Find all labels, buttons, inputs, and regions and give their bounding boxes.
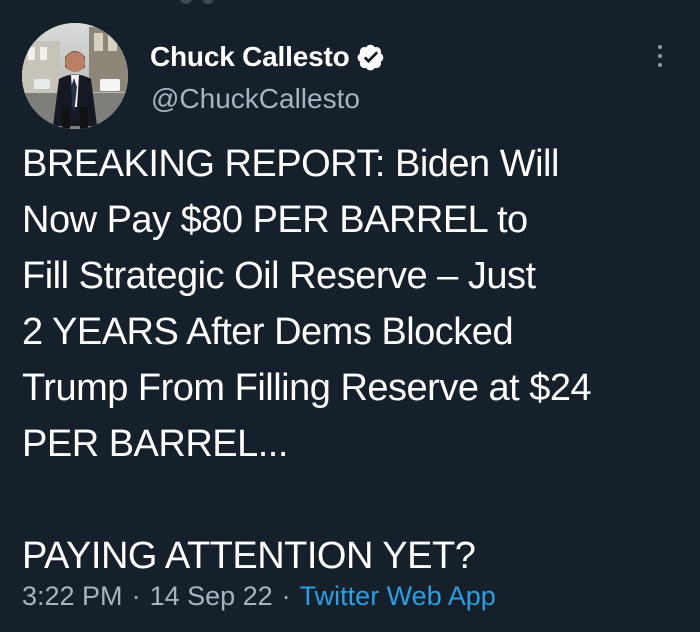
avatar[interactable] <box>22 23 128 129</box>
tweet-metadata: 3:22 PM · 14 Sep 22 · Twitter Web App <box>22 578 496 614</box>
cropped-icon <box>180 0 192 4</box>
tweet-text-line: Fill Strategic Oil Reserve – Just <box>22 255 536 297</box>
more-options-icon[interactable] <box>648 38 672 74</box>
tweet-text-line: BREAKING REPORT: Biden Will <box>22 143 559 185</box>
tweet-text-line: PER BARREL... <box>22 423 288 465</box>
profile-photo-avatar <box>22 23 128 129</box>
tweet-text-line: 2 YEARS After Dems Blocked <box>22 311 514 353</box>
author-handle[interactable]: @ChuckCallesto <box>151 83 360 115</box>
menu-dot <box>658 54 662 58</box>
tweet-text-line: PAYING ATTENTION YET? <box>22 535 476 577</box>
tweet-text-line: Now Pay $80 PER BARREL to <box>22 199 528 241</box>
separator: · <box>131 581 141 611</box>
tweet-source-link[interactable]: Twitter Web App <box>300 578 496 614</box>
menu-dot <box>658 63 662 67</box>
tweet-time[interactable]: 3:22 PM <box>22 578 123 614</box>
separator: · <box>281 581 291 611</box>
tweet-screen: Chuck Callesto @ChuckCallesto BREAKING R… <box>0 0 700 632</box>
tweet-date[interactable]: 14 Sep 22 <box>150 578 273 614</box>
tweet-text: BREAKING REPORT: Biden Will Now Pay $80 … <box>22 136 686 584</box>
cropped-icon <box>202 0 214 4</box>
display-name[interactable]: Chuck Callesto <box>150 40 350 74</box>
author-row: Chuck Callesto <box>150 38 385 76</box>
menu-dot <box>658 45 662 49</box>
tweet-text-line: Trump From Filling Reserve at $24 <box>22 367 592 409</box>
top-cropped-icons <box>180 0 220 8</box>
verified-badge-icon <box>358 44 384 71</box>
